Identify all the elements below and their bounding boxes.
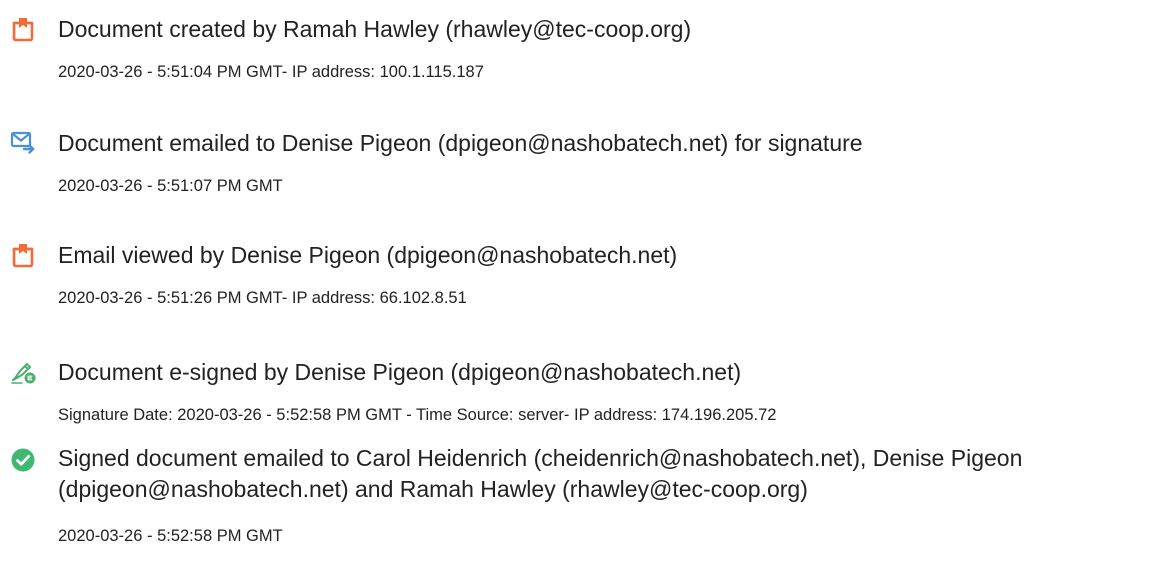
event-timestamp: Signature Date: 2020-03-26 - 5:52:58 PM … xyxy=(58,406,777,424)
event-timestamp: 2020-03-26 - 5:51:04 PM GMT- IP address:… xyxy=(58,63,484,81)
event-timestamp: 2020-03-26 - 5:52:58 PM GMT xyxy=(58,527,283,545)
audit-trail-list: Document created by Ramah Hawley (rhawle… xyxy=(0,0,1176,569)
check-circle-icon xyxy=(10,447,36,473)
email-viewed-icon xyxy=(10,242,36,268)
event-title: Document emailed to Denise Pigeon (dpige… xyxy=(58,130,863,156)
event-title: Document created by Ramah Hawley (rhawle… xyxy=(58,16,692,42)
event-title: Document e-signed by Denise Pigeon (dpig… xyxy=(58,359,742,385)
event-title: Signed document emailed to Carol Heidenr… xyxy=(58,445,1023,502)
event-timestamp: 2020-03-26 - 5:51:07 PM GMT xyxy=(58,177,283,195)
email-sent-icon xyxy=(10,129,36,155)
event-title: Email viewed by Denise Pigeon (dpigeon@n… xyxy=(58,242,678,268)
e-sign-icon xyxy=(10,359,36,385)
event-timestamp: 2020-03-26 - 5:51:26 PM GMT- IP address:… xyxy=(58,289,467,307)
document-created-icon xyxy=(10,16,36,42)
